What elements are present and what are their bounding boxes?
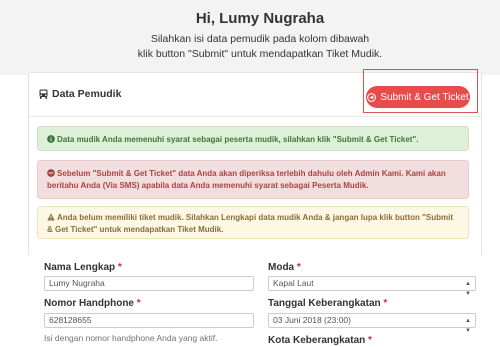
required-mark: * <box>368 335 372 346</box>
minus-circle-icon <box>47 169 55 177</box>
danger-alert-text: Sebelum "Submit & Get Ticket" data Anda … <box>47 169 446 190</box>
bus-icon <box>39 89 48 99</box>
required-mark: * <box>383 298 388 309</box>
form-area: Nama Lengkap * Lumy Nugraha Nomor Handph… <box>0 255 500 347</box>
kota-keberangkatan-label-text: Kota Keberangkatan <box>268 335 366 346</box>
nomor-handphone-label-text: Nomor Handphone <box>44 298 134 309</box>
kota-keberangkatan-label: Kota Keberangkatan * <box>268 335 372 346</box>
info-circle-icon <box>47 135 55 143</box>
warning-alert-text: Anda belum memiliki tiket mudik. Silahka… <box>47 213 453 234</box>
submit-highlight-box <box>363 69 478 113</box>
danger-alert: Sebelum "Submit & Get Ticket" data Anda … <box>37 160 469 199</box>
tanggal-selected-value: 03 Juni 2018 (23:00) <box>273 315 351 325</box>
nama-lengkap-label: Nama Lengkap * <box>44 262 122 273</box>
tanggal-keberangkatan-select[interactable]: 03 Juni 2018 (23:00) ▲ ▼ <box>268 313 476 334</box>
required-mark: * <box>136 298 141 309</box>
card-title: Data Pemudik <box>39 88 121 100</box>
warning-icon <box>47 213 55 221</box>
success-alert: Data mudik Anda memenuhi syarat sebagai … <box>37 126 469 151</box>
nama-lengkap-input[interactable]: Lumy Nugraha <box>44 276 254 291</box>
intro-line-1: Silahkan isi data pemudik pada kolom dib… <box>150 33 370 45</box>
warning-alert: Anda belum memiliki tiket mudik. Silahka… <box>37 206 469 239</box>
required-mark: * <box>117 262 122 273</box>
intro-text: Silahkan isi data pemudik pada kolom dib… <box>0 32 500 62</box>
moda-label: Moda * <box>268 262 301 273</box>
select-caret-icon: ▲ ▼ <box>465 318 471 334</box>
nomor-handphone-label: Nomor Handphone * <box>44 298 141 309</box>
card-title-label: Data Pemudik <box>52 88 122 100</box>
nomor-handphone-input[interactable]: 628128655 <box>44 313 254 328</box>
moda-selected-value: Kapal Laut <box>273 278 314 288</box>
greeting-title: Hi, Lumy Nugraha <box>195 10 325 27</box>
intro-line-2: klik button "Submit" untuk mendapatkan T… <box>137 48 383 60</box>
required-mark: * <box>296 262 301 273</box>
moda-select[interactable]: Kapal Laut ▲ ▼ <box>268 276 476 297</box>
select-caret-icon: ▲ ▼ <box>465 281 471 297</box>
success-alert-text: Data mudik Anda memenuhi syarat sebagai … <box>57 135 419 144</box>
tanggal-keberangkatan-label: Tanggal Keberangkatan * <box>268 298 387 309</box>
tanggal-keberangkatan-label-text: Tanggal Keberangkatan <box>268 298 381 309</box>
moda-label-text: Moda <box>268 262 295 273</box>
nama-lengkap-label-text: Nama Lengkap <box>44 262 116 273</box>
phone-help-text: Isi dengan nomor handphone Anda yang akt… <box>44 333 218 343</box>
